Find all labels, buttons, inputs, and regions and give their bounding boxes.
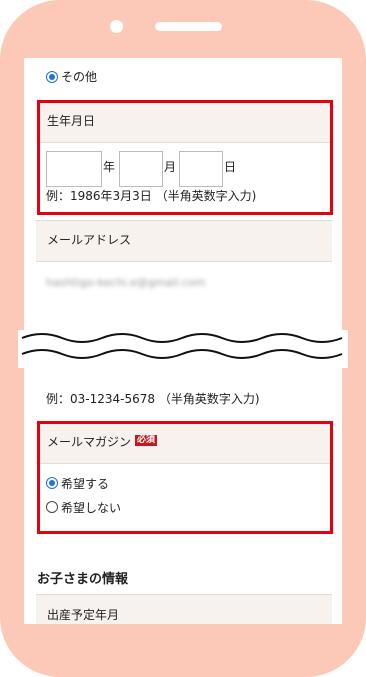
phone-example: 例：03-1234-5678 （半角英数字入力) (46, 392, 260, 406)
phone-frame: その他 生年月日 年 月 日 例：1986年3月3日 （半角英数字入力) メール… (0, 0, 366, 677)
radio-other-label: その他 (61, 70, 98, 84)
email-value: hashtigo-kechi.e@gmail.com (46, 276, 206, 289)
speaker-bar (155, 22, 222, 31)
birthdate-highlight-frame (37, 100, 333, 215)
camera-dot (110, 20, 123, 33)
children-section-title: お子さまの情報 (37, 572, 129, 587)
wave-break-divider (18, 330, 348, 368)
due-date-label: 出産予定年月 (47, 608, 120, 622)
email-label: メールアドレス (47, 233, 132, 247)
magazine-highlight-frame (37, 421, 333, 534)
radio-other[interactable] (46, 71, 58, 83)
